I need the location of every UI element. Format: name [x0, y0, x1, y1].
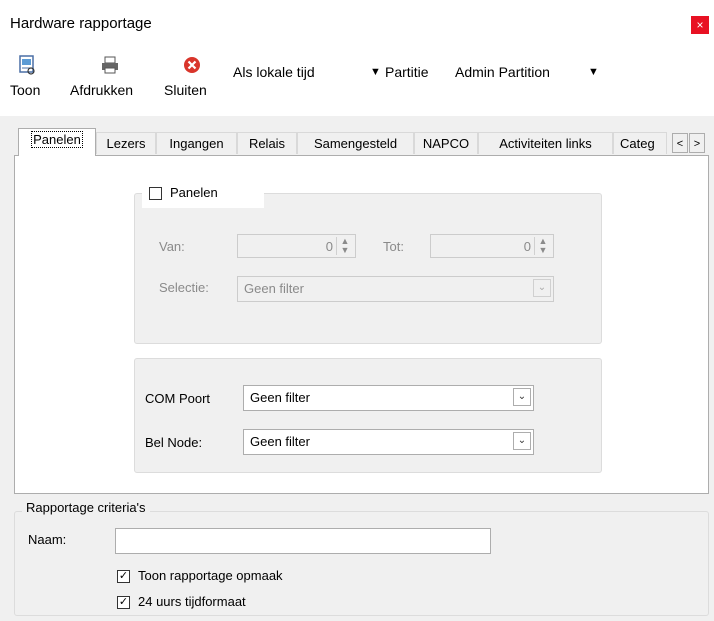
panels-group: [134, 193, 602, 344]
panels-group-header: Panelen: [142, 178, 264, 208]
name-input[interactable]: [115, 528, 491, 554]
from-stepper[interactable]: 0 ▲ ▼: [237, 234, 356, 258]
time-mode-dropdown-icon[interactable]: ▼: [370, 66, 381, 78]
tab-scroll-left-icon[interactable]: <: [672, 133, 688, 153]
show-button-label: Toon: [10, 82, 41, 98]
com-port-label: COM Poort: [145, 391, 211, 406]
close-red-icon: [184, 57, 200, 73]
com-port-value: Geen filter: [250, 390, 310, 405]
title-bar: Hardware rapportage ×: [0, 0, 714, 44]
selection-select[interactable]: Geen filter ⌄: [237, 276, 554, 302]
partition-select[interactable]: Admin Partition: [455, 64, 550, 80]
window-title: Hardware rapportage: [10, 15, 152, 32]
tab-page-panelen: Panelen Van: 0 ▲ ▼ Tot: 0 ▲ ▼ Selectie: Ge…: [14, 155, 709, 494]
close-button-label: Sluiten: [164, 82, 207, 98]
tab-strip: Panelen Lezers Ingangen Relais Samengest…: [14, 128, 714, 156]
bell-node-value: Geen filter: [250, 434, 310, 449]
panels-checkbox[interactable]: [149, 187, 162, 200]
time24-checkbox[interactable]: ✓: [117, 596, 130, 609]
show-report-icon: [19, 55, 35, 75]
com-group: [134, 358, 602, 473]
selection-value: Geen filter: [244, 281, 304, 296]
tab-activiteiten-links[interactable]: Activiteiten links: [478, 132, 613, 154]
close-icon[interactable]: ×: [691, 16, 709, 34]
time24-label: 24 uurs tijdformaat: [138, 594, 246, 609]
tab-panelen[interactable]: Panelen: [18, 128, 96, 156]
bell-node-select[interactable]: Geen filter ⌄: [243, 429, 534, 455]
from-label: Van:: [159, 239, 185, 254]
show-layout-label: Toon rapportage opmaak: [138, 568, 283, 583]
partition-label: Partitie: [385, 64, 429, 80]
tab-categ[interactable]: Categ: [613, 132, 667, 154]
tab-lezers[interactable]: Lezers: [96, 132, 156, 154]
partition-dropdown-icon[interactable]: ▼: [588, 66, 599, 78]
tab-relais[interactable]: Relais: [237, 132, 297, 154]
to-stepper[interactable]: 0 ▲ ▼: [430, 234, 554, 258]
com-port-dropdown-icon[interactable]: ⌄: [513, 388, 531, 406]
toolbar: Toon Afdrukken Sluiten Als lokale tijd ▼…: [0, 44, 714, 116]
print-button[interactable]: Afdrukken: [70, 54, 150, 98]
tab-ingangen[interactable]: Ingangen: [156, 132, 237, 154]
bell-node-dropdown-icon[interactable]: ⌄: [513, 432, 531, 450]
tab-samengesteld[interactable]: Samengesteld: [297, 132, 414, 154]
com-port-select[interactable]: Geen filter ⌄: [243, 385, 534, 411]
show-button[interactable]: Toon: [10, 54, 44, 98]
to-spin-icon[interactable]: ▲ ▼: [534, 237, 551, 255]
from-spin-icon[interactable]: ▲ ▼: [336, 237, 353, 255]
report-criteria-legend: Rapportage criteria's: [22, 500, 150, 515]
printer-icon: [102, 56, 118, 74]
print-button-label: Afdrukken: [70, 82, 134, 98]
from-value: 0: [325, 239, 333, 254]
tab-scroll-right-icon[interactable]: >: [689, 133, 705, 153]
tab-napco[interactable]: NAPCO: [414, 132, 478, 154]
name-label: Naam:: [28, 532, 67, 547]
panels-checkbox-label: Panelen: [170, 185, 218, 200]
show-layout-checkbox[interactable]: ✓: [117, 570, 130, 583]
selection-dropdown-icon[interactable]: ⌄: [533, 279, 551, 297]
selection-label: Selectie:: [159, 280, 209, 295]
close-button[interactable]: Sluiten: [164, 54, 220, 98]
to-label: Tot:: [383, 239, 404, 254]
bell-node-label: Bel Node:: [145, 435, 203, 450]
time-mode-select[interactable]: Als lokale tijd: [233, 64, 315, 80]
to-value: 0: [523, 239, 531, 254]
